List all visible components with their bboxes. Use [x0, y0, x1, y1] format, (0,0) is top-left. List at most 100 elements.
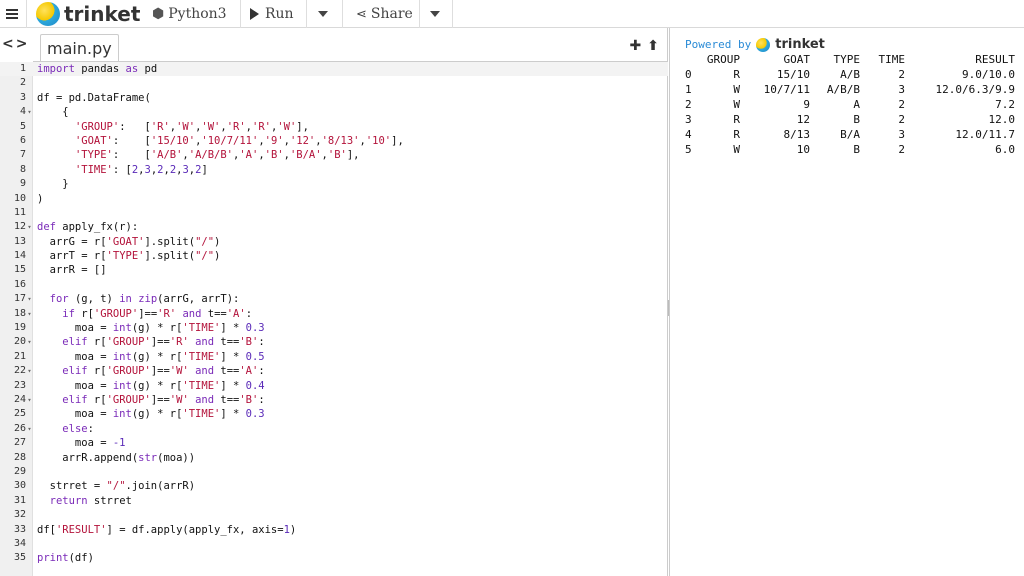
- output-cell-time: 2: [898, 113, 905, 126]
- code-line[interactable]: 1 import pandas as pd: [0, 62, 668, 77]
- line-number: 33: [13, 523, 26, 535]
- fold-toggle-icon[interactable]: ▾: [26, 307, 33, 321]
- output-cell-time: 3: [898, 128, 905, 141]
- file-tab-main[interactable]: main.py: [40, 34, 119, 62]
- code-line[interactable]: 9 }: [0, 177, 668, 191]
- line-number: 31: [13, 494, 26, 506]
- code-line[interactable]: 35 print(df): [0, 551, 668, 565]
- output-cell-type: A/B: [840, 68, 860, 81]
- code-line[interactable]: 34: [0, 537, 668, 551]
- fold-toggle-icon[interactable]: ▾: [26, 105, 33, 119]
- code-line[interactable]: 24 ▾ elif r['GROUP']=='W' and t=='B':: [0, 393, 668, 407]
- code-text: arrR = []: [37, 264, 107, 277]
- language-label: Python3: [168, 6, 227, 22]
- fold-toggle-icon[interactable]: ▾: [26, 335, 33, 349]
- share-button[interactable]: ⋖ Share: [356, 0, 413, 28]
- line-number: 32: [13, 509, 26, 521]
- add-file-icon[interactable]: ✚: [630, 38, 642, 54]
- fold-toggle-icon[interactable]: ▾: [26, 292, 33, 306]
- code-line[interactable]: 13 arrG = r['GOAT'].split("/"): [0, 235, 668, 249]
- share-icon: ⋖: [356, 6, 367, 22]
- code-text: arrT = r['TYPE'].split("/"): [37, 250, 221, 263]
- output-cell-idx: 0: [685, 68, 692, 81]
- code-line[interactable]: 11: [0, 206, 668, 220]
- code-line[interactable]: 10): [0, 192, 668, 206]
- powered-by-badge[interactable]: Powered by trinket: [685, 37, 825, 52]
- output-cell-result: 12.0: [988, 113, 1016, 126]
- code-line[interactable]: 3 df = pd.DataFrame(: [0, 91, 668, 105]
- code-line[interactable]: 25 moa = int(g) * r['TIME'] * 0.3: [0, 407, 668, 421]
- share-options-dropdown[interactable]: [430, 0, 440, 28]
- code-line[interactable]: 22 ▾ elif r['GROUP']=='W' and t=='A':: [0, 364, 668, 378]
- code-line[interactable]: 21 moa = int(g) * r['TIME'] * 0.5: [0, 350, 668, 364]
- python-icon: ⬢: [152, 6, 165, 22]
- code-line[interactable]: 6 'GOAT': ['15/10','10/7/11','9','12','8…: [0, 134, 668, 148]
- line-number: 22: [13, 365, 26, 377]
- code-line[interactable]: 30 strret = "/".join(arrR): [0, 479, 668, 493]
- toolbar-divider: [452, 0, 453, 28]
- run-options-dropdown[interactable]: [318, 0, 328, 28]
- line-number: 11: [13, 206, 26, 218]
- code-line[interactable]: 23 moa = int(g) * r['TIME'] * 0.4: [0, 379, 668, 393]
- line-number: 3: [19, 91, 26, 103]
- output-cell-result: 12.0/11.7: [955, 128, 1015, 141]
- fold-toggle-icon[interactable]: ▾: [26, 364, 33, 378]
- menu-icon[interactable]: [6, 0, 18, 28]
- code-line[interactable]: 27 moa = -1: [0, 436, 668, 450]
- code-line[interactable]: 15 arrR = []: [0, 263, 668, 277]
- code-text: for (g, t) in zip(arrG, arrT):: [49, 293, 240, 306]
- header-type: TYPE: [833, 53, 861, 66]
- code-line[interactable]: 16: [0, 278, 668, 292]
- code-line[interactable]: 7 'TYPE': ['A/B','A/B/B','A','B','B/A','…: [0, 148, 668, 162]
- line-number: 6: [19, 134, 26, 146]
- file-nav-arrows[interactable]: <>: [2, 36, 29, 52]
- fold-toggle-icon[interactable]: ▾: [26, 220, 33, 234]
- trinket-logo[interactable]: trinket: [36, 0, 140, 28]
- fold-toggle-icon[interactable]: ▾: [26, 422, 33, 436]
- output-cell-goat: 8/13: [783, 128, 811, 141]
- output-cell-time: 3: [898, 83, 905, 96]
- output-dataframe: GROUP GOAT TYPE TIME RESULT 0 R 15/10 A/B 2 9…: [685, 52, 1020, 157]
- code-line[interactable]: 31 return strret: [0, 494, 668, 508]
- fold-toggle-icon[interactable]: ▾: [26, 393, 33, 407]
- output-row: 3 R 12 B 2 12.0: [685, 112, 1020, 127]
- code-text: elif r['GROUP']=='W' and t=='A':: [62, 365, 265, 378]
- code-text: }: [37, 178, 69, 191]
- output-cell-type: A/B/B: [826, 83, 860, 96]
- output-cell-group: R: [733, 68, 740, 81]
- code-line[interactable]: 20 ▾ elif r['GROUP']=='R' and t=='B':: [0, 335, 668, 349]
- chevron-left-icon[interactable]: <: [2, 36, 16, 52]
- code-line[interactable]: 14 arrT = r['TYPE'].split("/"): [0, 249, 668, 263]
- code-line[interactable]: 8 'TIME': [2,3,2,2,3,2]: [0, 163, 668, 177]
- code-line[interactable]: 26 ▾ else:: [0, 422, 668, 436]
- code-line[interactable]: 17 ▾ for (g, t) in zip(arrG, arrT):: [0, 292, 668, 306]
- code-text: print(df): [37, 552, 94, 565]
- code-line[interactable]: 28 arrR.append(str(moa)): [0, 451, 668, 465]
- top-toolbar: trinket ⬢ Python3 Run ⋖ Share: [0, 0, 1024, 28]
- brand-name: trinket: [64, 2, 141, 26]
- output-cell-type: B: [853, 113, 860, 126]
- code-line[interactable]: 4 ▾ {: [0, 105, 668, 119]
- code-text: return strret: [49, 494, 132, 507]
- code-line[interactable]: 12 ▾ def apply_fx(r):: [0, 220, 668, 234]
- output-cell-time: 2: [898, 68, 905, 81]
- line-number: 21: [13, 350, 26, 362]
- line-number: 26: [13, 422, 26, 434]
- code-line[interactable]: 29: [0, 465, 668, 479]
- run-button[interactable]: Run: [250, 0, 294, 28]
- output-cell-goat: 10/7/11: [763, 83, 810, 96]
- line-number: 2: [19, 77, 26, 89]
- output-cell-time: 2: [898, 143, 905, 156]
- code-area[interactable]: 1 import pandas as pd 2 3 df = pd.DataFrame(…: [0, 62, 668, 566]
- upload-icon[interactable]: ⬆: [647, 38, 659, 54]
- code-line[interactable]: 33 df['RESULT'] = df.apply(apply_fx, axis…: [0, 523, 668, 537]
- code-line[interactable]: 2: [0, 76, 668, 90]
- code-text: df['RESULT'] = df.apply(apply_fx, axis=1…: [37, 523, 297, 536]
- code-line[interactable]: 32: [0, 508, 668, 522]
- toolbar-divider: [419, 0, 420, 28]
- chevron-right-icon[interactable]: >: [16, 36, 30, 52]
- line-number: 14: [13, 250, 26, 262]
- code-line[interactable]: 19 moa = int(g) * r['TIME'] * 0.3: [0, 321, 668, 335]
- code-line[interactable]: 5 'GROUP': ['R','W','W','R','R','W'],: [0, 120, 668, 134]
- code-line[interactable]: 18 ▾ if r['GROUP']=='R' and t=='A':: [0, 307, 668, 321]
